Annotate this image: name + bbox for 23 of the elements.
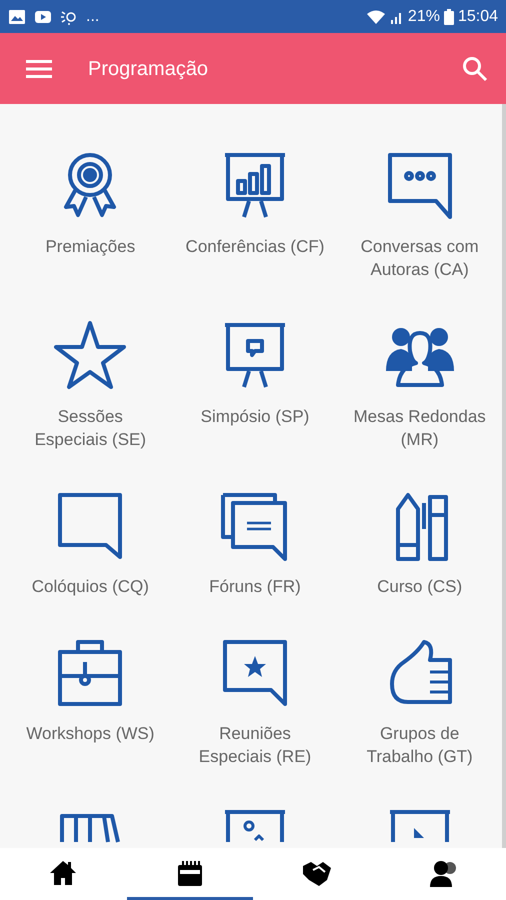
category-label[interactable]: Colóquios (CQ) xyxy=(32,575,149,598)
category-label[interactable]: Curso (CS) xyxy=(377,575,462,598)
category-label[interactable]: Sessões Especiais (SE) xyxy=(34,405,146,451)
wifi-icon xyxy=(366,8,386,24)
video-icon xyxy=(34,10,52,24)
category-label[interactable]: Simpósio (SP) xyxy=(200,405,310,428)
more-notifications-text: ... xyxy=(86,6,100,26)
gallery-icon xyxy=(8,8,26,24)
category-label[interactable]: Conversas com Autoras (CA) xyxy=(360,235,479,281)
category-label[interactable]: Conferências (CF) xyxy=(186,235,324,258)
category-label[interactable]: Mesas Redondas (MR) xyxy=(354,405,486,451)
page-title: Programação xyxy=(88,56,208,82)
menu-icon[interactable] xyxy=(26,58,52,78)
search-icon[interactable] xyxy=(462,56,488,82)
category-label[interactable]: Grupos de Trabalho (GT) xyxy=(366,722,473,768)
clock-text: 15:04 xyxy=(458,6,498,26)
category-label[interactable]: Reuniões Especiais (RE) xyxy=(198,722,312,768)
battery-text: 21% xyxy=(408,6,440,26)
battery-icon xyxy=(444,8,454,24)
category-label[interactable]: Workshops (WS) xyxy=(26,722,154,745)
category-label[interactable]: Premiações xyxy=(45,235,136,258)
category-label[interactable]: Fóruns (FR) xyxy=(209,575,301,598)
star-icon[interactable] xyxy=(54,319,126,391)
